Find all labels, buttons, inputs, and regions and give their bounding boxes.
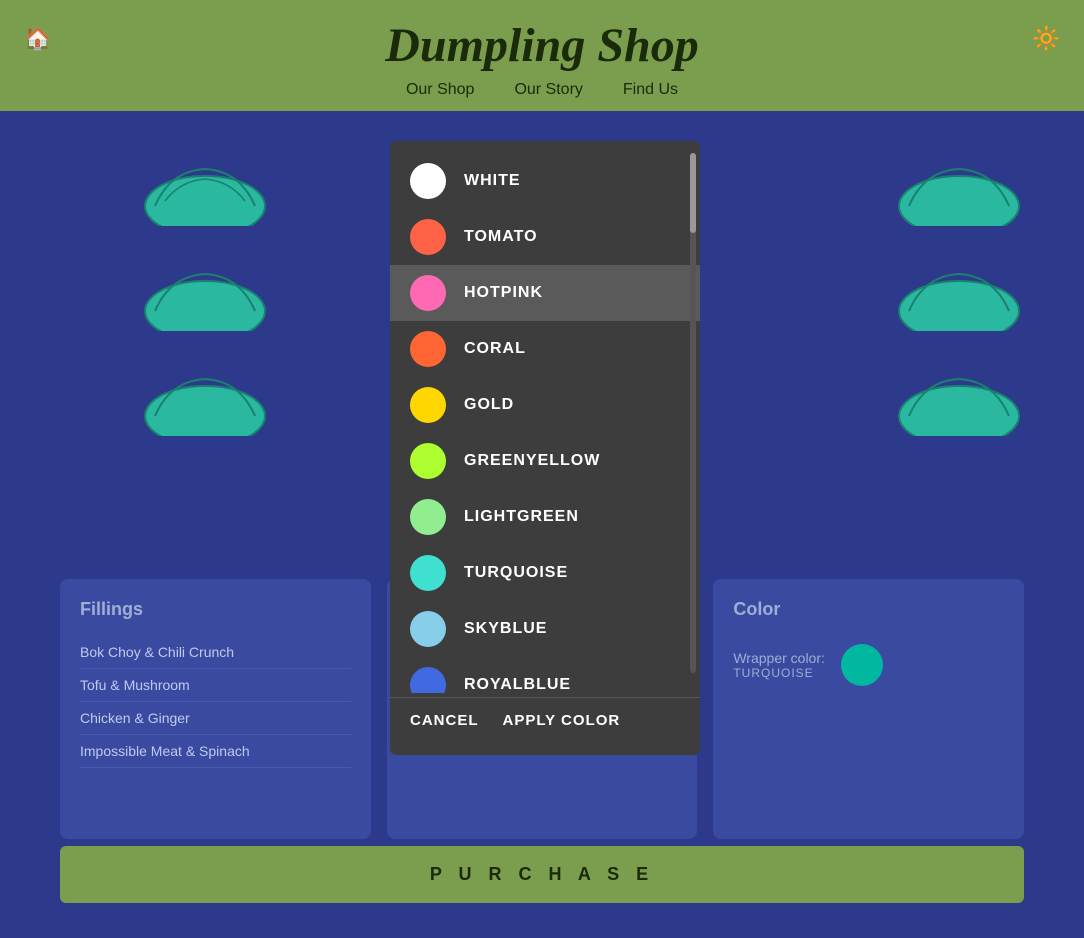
color-option-gold[interactable]: GOLD	[390, 377, 700, 433]
nav-our-story[interactable]: Our Story	[514, 81, 582, 99]
wrapper-color-row: Wrapper color: TURQUOISE	[733, 644, 1004, 686]
brightness-icon[interactable]: 🔆	[1033, 26, 1060, 52]
fillings-title: Fillings	[80, 599, 351, 620]
color-option-coral[interactable]: CORAL	[390, 321, 700, 377]
color-options-list: WHITE TOMATO HOTPINK CORAL GOLD GREENYELLOW LI…	[390, 153, 700, 693]
color-option-label-tomato: TOMATO	[464, 228, 538, 246]
nav-bar: Our Shop Our Story Find Us	[406, 81, 678, 99]
dumpling-top-right1	[894, 151, 1024, 226]
color-option-white[interactable]: WHITE	[390, 153, 700, 209]
color-option-greenyellow[interactable]: GREENYELLOW	[390, 433, 700, 489]
color-option-lightgreen[interactable]: LIGHTGREEN	[390, 489, 700, 545]
filling-item-2[interactable]: Chicken & Ginger	[80, 702, 351, 735]
header: 🏠 Dumpling Shop Our Shop Our Story Find …	[0, 0, 1084, 111]
dumpling-top-left	[140, 151, 270, 226]
cancel-button[interactable]: CANCEL	[410, 712, 479, 729]
color-dot-tomato	[410, 219, 446, 255]
color-option-tomato[interactable]: TOMATO	[390, 209, 700, 265]
color-option-label-coral: CORAL	[464, 340, 526, 358]
color-option-label-hotpink: HOTPINK	[464, 284, 543, 302]
color-option-label-skyblue: SKYBLUE	[464, 620, 547, 638]
filling-item-0[interactable]: Bok Choy & Chili Crunch	[80, 636, 351, 669]
home-icon[interactable]: 🏠	[24, 26, 51, 52]
filling-item-1[interactable]: Tofu & Mushroom	[80, 669, 351, 702]
apply-color-button[interactable]: APPLY COLOR	[503, 712, 621, 729]
color-option-label-white: WHITE	[464, 172, 521, 190]
color-picker-dropdown: WHITE TOMATO HOTPINK CORAL GOLD GREENYELLOW LI…	[390, 141, 700, 755]
nav-find-us[interactable]: Find Us	[623, 81, 678, 99]
color-picker-actions: CANCEL APPLY COLOR	[390, 697, 700, 743]
color-option-label-turquoise: TURQUOISE	[464, 564, 568, 582]
color-option-label-lightgreen: LIGHTGREEN	[464, 508, 579, 526]
main-content: Fillings Bok Choy & Chili Crunch Tofu & …	[0, 111, 1084, 919]
color-option-label-greenyellow: GREENYELLOW	[464, 452, 600, 470]
scrollbar-thumb[interactable]	[690, 153, 696, 233]
color-card: Color Wrapper color: TURQUOISE	[713, 579, 1024, 839]
wrapper-color-name: TURQUOISE	[733, 666, 825, 680]
wrapper-color-section: Wrapper color: TURQUOISE	[733, 650, 825, 680]
wrapper-color-label: Wrapper color:	[733, 650, 825, 666]
color-dot-greenyellow	[410, 443, 446, 479]
color-dot-hotpink	[410, 275, 446, 311]
color-dot-turquoise	[410, 555, 446, 591]
color-option-label-royalblue: ROYALBLUE	[464, 676, 571, 693]
nav-our-shop[interactable]: Our Shop	[406, 81, 474, 99]
scrollbar-track[interactable]	[690, 153, 696, 673]
color-dot-white	[410, 163, 446, 199]
color-option-hotpink[interactable]: HOTPINK	[390, 265, 700, 321]
color-option-royalblue[interactable]: ROYALBLUE	[390, 657, 700, 693]
color-option-skyblue[interactable]: SKYBLUE	[390, 601, 700, 657]
purchase-button[interactable]: P U R C H A S E	[60, 846, 1024, 903]
color-dot-skyblue	[410, 611, 446, 647]
color-dot-coral	[410, 331, 446, 367]
color-option-turquoise[interactable]: TURQUOISE	[390, 545, 700, 601]
fillings-card: Fillings Bok Choy & Chili Crunch Tofu & …	[60, 579, 371, 839]
color-dot-lightgreen	[410, 499, 446, 535]
color-dot-royalblue	[410, 667, 446, 693]
dumpling-top-left3	[140, 361, 270, 436]
dumpling-top-left2	[140, 256, 270, 331]
filling-item-3[interactable]: Impossible Meat & Spinach	[80, 735, 351, 768]
site-title: Dumpling Shop	[385, 18, 698, 73]
color-title: Color	[733, 599, 1004, 620]
wrapper-color-swatch[interactable]	[841, 644, 883, 686]
color-dot-gold	[410, 387, 446, 423]
color-option-label-gold: GOLD	[464, 396, 514, 414]
dumpling-top-right2	[894, 256, 1024, 331]
dumpling-top-right3	[894, 361, 1024, 436]
